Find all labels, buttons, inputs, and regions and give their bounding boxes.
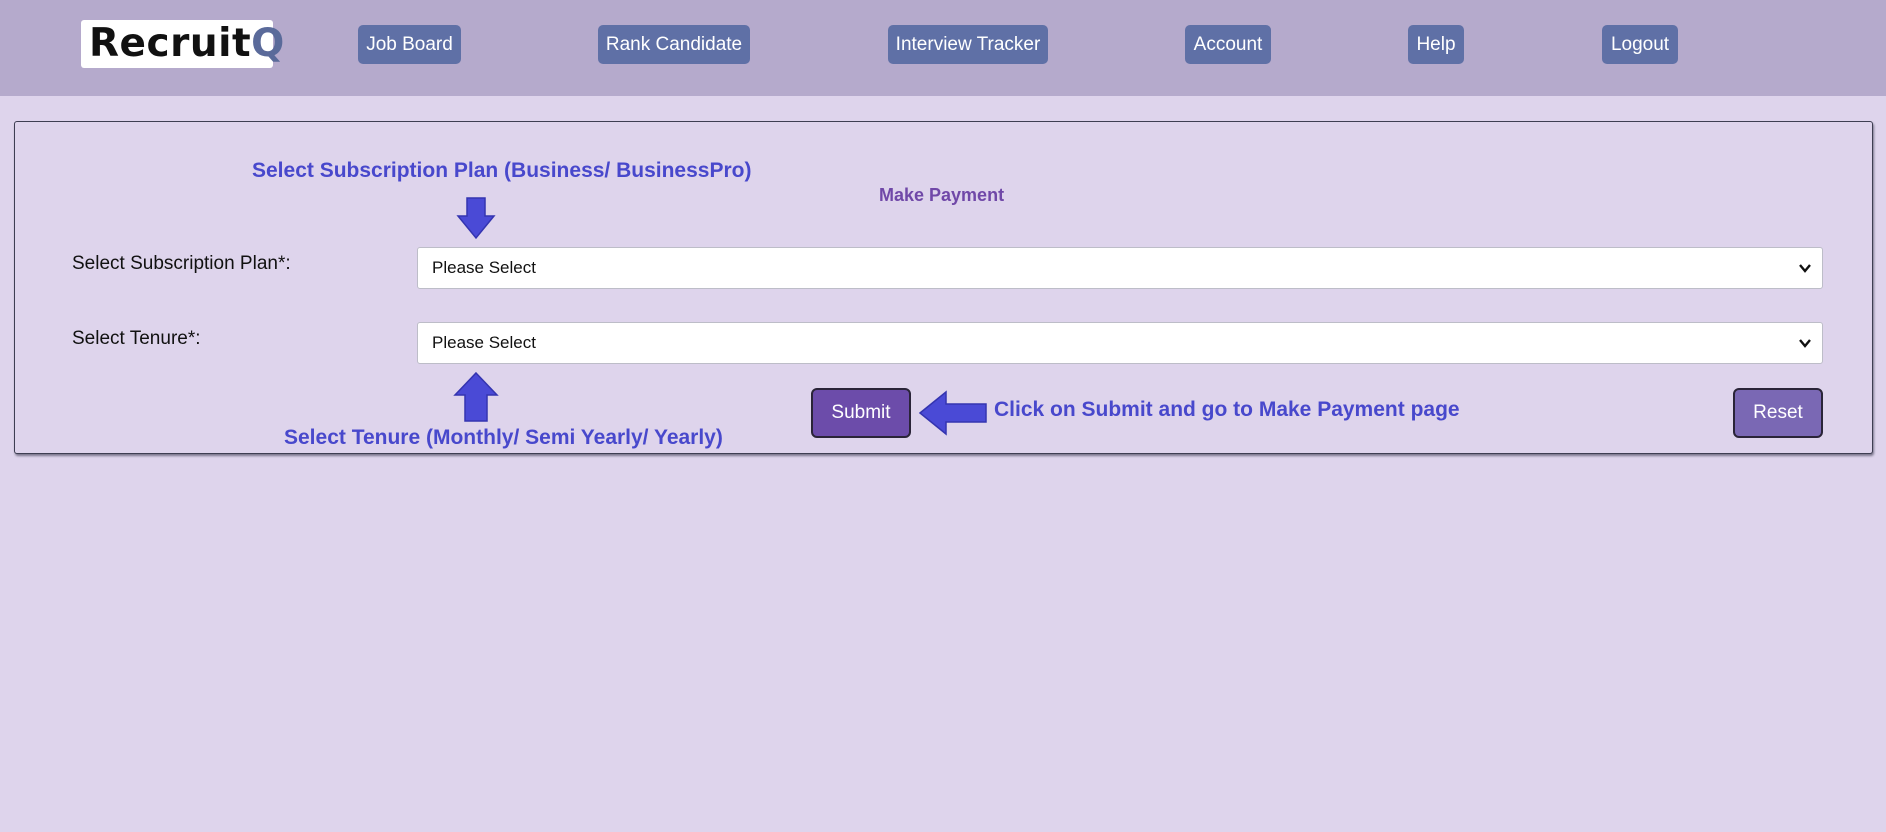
logo-text: Recruit	[89, 21, 252, 66]
subscription-plan-annotation: Select Subscription Plan (Business/ Busi…	[252, 159, 752, 182]
reset-button[interactable]: Reset	[1733, 388, 1823, 438]
submit-annotation: Click on Submit and go to Make Payment p…	[994, 398, 1460, 421]
nav-logout-button[interactable]: Logout	[1602, 25, 1678, 64]
left-arrow-icon	[918, 390, 987, 436]
logo-accent-letter: Q	[251, 21, 285, 66]
tenure-select[interactable]: Please Select	[417, 322, 1823, 364]
top-navigation-bar: RecruitQ Job Board Rank Candidate Interv…	[0, 0, 1886, 96]
subscription-plan-label: Select Subscription Plan*:	[72, 253, 291, 274]
nav-help-button[interactable]: Help	[1408, 25, 1464, 64]
subscription-plan-select-value: Please Select	[432, 258, 536, 277]
nav-interview-tracker-button[interactable]: Interview Tracker	[888, 25, 1048, 64]
subscription-plan-select[interactable]: Please Select	[417, 247, 1823, 289]
chevron-down-icon	[1799, 339, 1811, 348]
chevron-down-icon	[1799, 264, 1811, 273]
down-arrow-icon	[456, 197, 496, 240]
nav-job-board-button[interactable]: Job Board	[358, 25, 461, 64]
nav-account-button[interactable]: Account	[1185, 25, 1271, 64]
up-arrow-icon	[453, 371, 499, 422]
page-title: Make Payment	[879, 185, 1005, 205]
tenure-select-value: Please Select	[432, 333, 536, 352]
tenure-annotation: Select Tenure (Monthly/ Semi Yearly/ Yea…	[284, 426, 723, 449]
submit-button[interactable]: Submit	[811, 388, 911, 438]
nav-rank-candidate-button[interactable]: Rank Candidate	[598, 25, 750, 64]
recruitq-logo[interactable]: RecruitQ	[81, 20, 284, 68]
tenure-label: Select Tenure*:	[72, 328, 201, 349]
